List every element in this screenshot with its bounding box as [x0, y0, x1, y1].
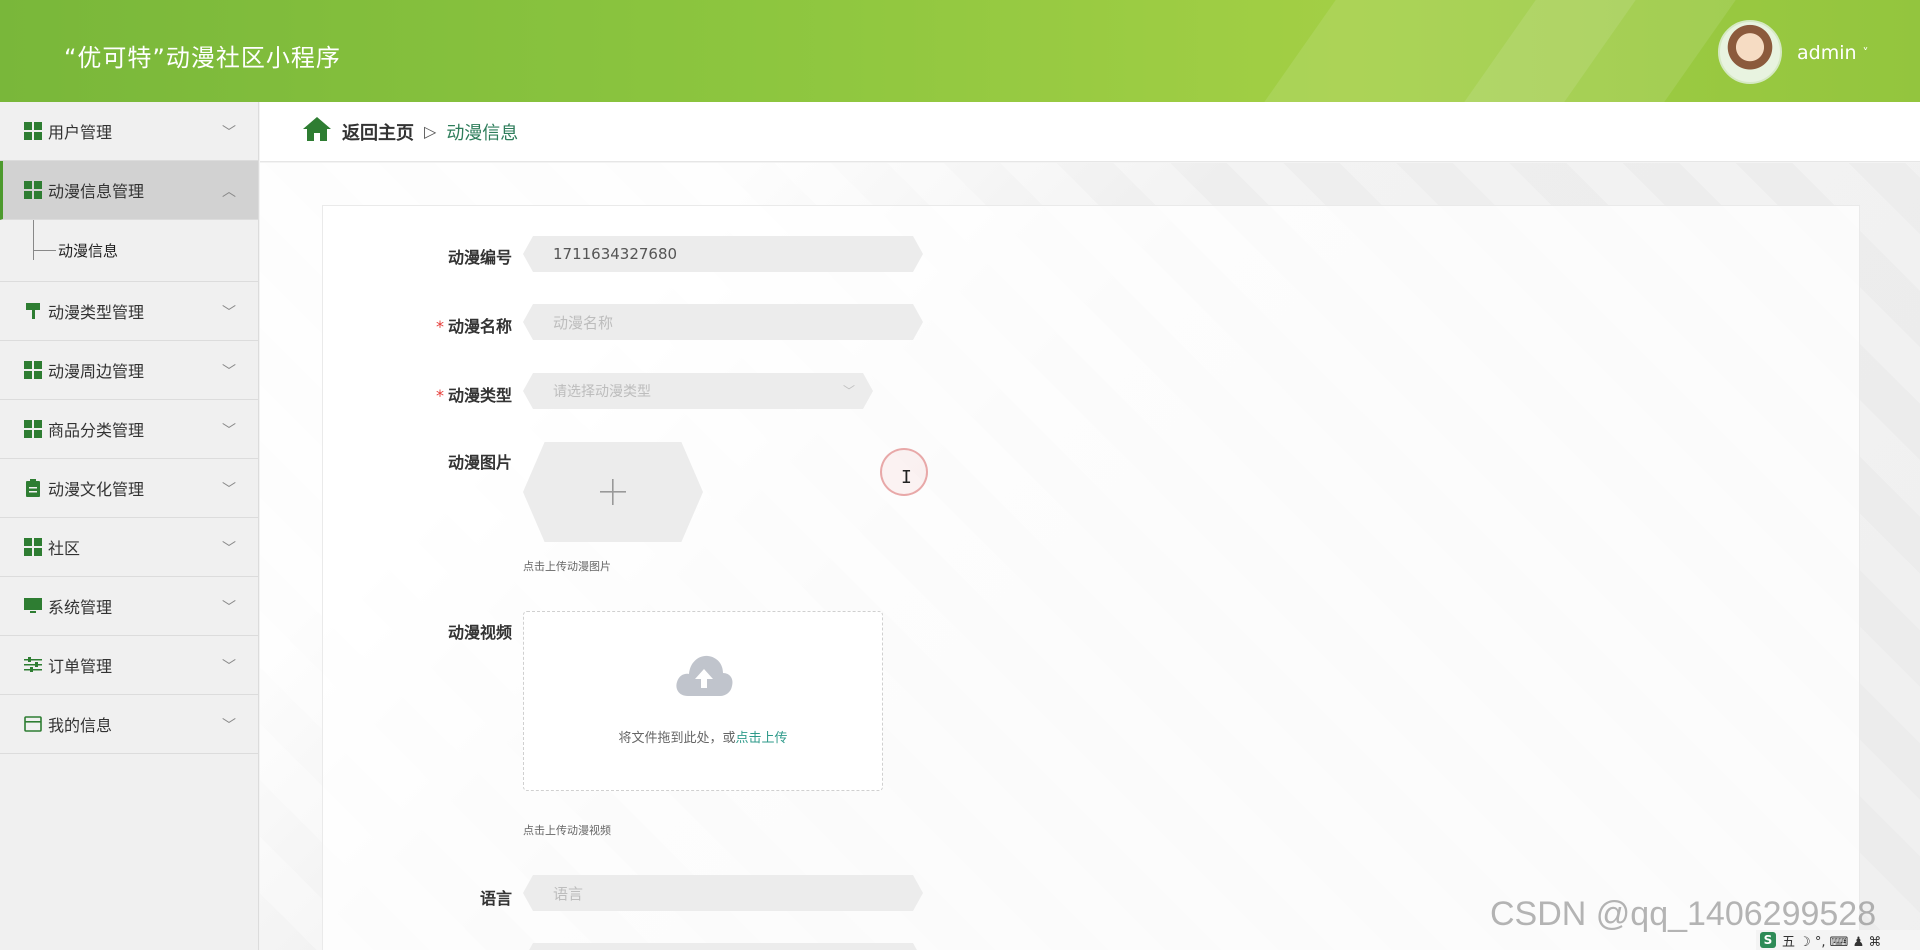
tree-branch	[34, 250, 56, 251]
grid-icon	[24, 420, 42, 438]
sidebar-item-my-info[interactable]: 我的信息 ﹀	[0, 695, 258, 754]
breadcrumb: 返回主页 ▷ 动漫信息	[260, 102, 1920, 162]
dropzone-text: 将文件拖到此处，或点击上传	[618, 731, 788, 746]
form-label-name: * 动漫名称	[435, 317, 512, 336]
ime-tray-icons: 五 ☽ °, ⌨ ♟ ⌘	[1782, 934, 1882, 950]
anime-id-field[interactable]: 1711634327680	[523, 236, 923, 272]
chevron-down-icon: ﹀	[222, 659, 236, 675]
form-label-id: 动漫编号	[447, 248, 512, 267]
sidebar: 用户管理 ﹀ 动漫信息管理 ︿ 动漫信息 动漫类型管理 ﹀ 动漫周边管理 ﹀ 商…	[0, 102, 259, 950]
chevron-down-icon: ﹀	[222, 600, 236, 616]
sidebar-item-system-management[interactable]: 系统管理 ﹀	[0, 577, 258, 636]
form-label-type: * 动漫类型	[435, 386, 512, 405]
text-cursor-icon: I	[901, 467, 912, 488]
username: admin	[1797, 42, 1857, 64]
tree-line	[33, 220, 34, 260]
breadcrumb-home-link[interactable]: 返回主页	[342, 119, 414, 145]
video-upload-hint: 点击上传动漫视频	[523, 824, 611, 837]
watermark: CSDN @qq_1406299528	[1490, 895, 1877, 933]
chevron-up-icon: ︿	[222, 184, 236, 200]
anime-name-input[interactable]: 动漫名称	[523, 304, 923, 340]
breadcrumb-separator: ▷	[424, 122, 437, 141]
grid-icon	[24, 361, 42, 379]
form-card: 动漫编号 1711634327680 * 动漫名称 动漫名称 * 动漫类型 请选择动…	[322, 205, 1860, 950]
sidebar-item-community[interactable]: 社区 ﹀	[0, 518, 258, 577]
image-upload-hint: 点击上传动漫图片	[523, 560, 611, 573]
app-title: “优可特”动漫社区小程序	[64, 44, 341, 72]
top-header: “优可特”动漫社区小程序 admin ˅	[0, 0, 1920, 102]
sidebar-item-product-category-management[interactable]: 商品分类管理 ﹀	[0, 400, 258, 459]
sidebar-item-label: 用户管理	[48, 123, 113, 142]
user-menu[interactable]: admin ˅	[1797, 42, 1869, 64]
required-mark: *	[435, 317, 444, 336]
chevron-down-icon: ﹀	[842, 384, 855, 398]
form-label-video: 动漫视频	[447, 623, 512, 642]
grid-icon	[24, 538, 42, 556]
image-upload-button[interactable]	[523, 442, 703, 542]
sidebar-item-label: 商品分类管理	[48, 421, 145, 440]
sidebar-item-label: 社区	[48, 539, 81, 558]
clipboard-icon	[24, 479, 42, 497]
chevron-down-icon: ﹀	[222, 718, 236, 734]
plus-icon	[600, 479, 626, 505]
sidebar-item-anime-culture-management[interactable]: 动漫文化管理 ﹀	[0, 459, 258, 518]
sidebar-item-order-management[interactable]: 订单管理 ﹀	[0, 636, 258, 695]
chevron-down-icon: ﹀	[222, 364, 236, 380]
grid-icon	[24, 122, 42, 140]
anime-type-select[interactable]: 请选择动漫类型 ﹀	[523, 373, 873, 409]
sidebar-item-label: 动漫类型管理	[48, 303, 145, 322]
chevron-down-icon: ﹀	[222, 125, 236, 141]
monitor-icon	[24, 597, 42, 615]
sidebar-item-anime-merch-management[interactable]: 动漫周边管理 ﹀	[0, 341, 258, 400]
sidebar-item-label: 系统管理	[48, 598, 113, 617]
breadcrumb-current: 动漫信息	[446, 122, 519, 144]
main-content: 动漫编号 1711634327680 * 动漫名称 动漫名称 * 动漫类型 请选择动…	[260, 163, 1920, 950]
card-icon	[24, 715, 42, 733]
home-icon[interactable]	[302, 116, 332, 147]
language-input[interactable]: 语言	[523, 875, 923, 911]
sidebar-item-label: 动漫周边管理	[48, 362, 145, 381]
sidebar-item-label: 动漫文化管理	[48, 480, 145, 499]
click-upload-link[interactable]: 点击上传	[736, 731, 788, 746]
video-upload-dropzone[interactable]: 将文件拖到此处，或点击上传	[523, 611, 883, 791]
form-label-language: 语言	[479, 889, 512, 908]
cloud-upload-icon	[674, 652, 734, 702]
sidebar-item-label: 动漫信息管理	[48, 182, 145, 201]
chevron-down-icon: ﹀	[222, 482, 236, 498]
chevron-down-icon: ˅	[1862, 46, 1869, 60]
chevron-down-icon: ﹀	[222, 541, 236, 557]
sidebar-item-user-management[interactable]: 用户管理 ﹀	[0, 102, 258, 161]
grid-icon	[24, 181, 42, 199]
sidebar-item-anime-info-management[interactable]: 动漫信息管理 ︿	[0, 161, 258, 220]
ime-toolbar[interactable]: S 五 ☽ °, ⌨ ♟ ⌘	[1756, 930, 1920, 950]
chevron-down-icon: ﹀	[222, 305, 236, 321]
chevron-down-icon: ﹀	[222, 423, 236, 439]
sidebar-item-label: 订单管理	[48, 657, 113, 676]
sidebar-item-anime-type-management[interactable]: 动漫类型管理 ﹀	[0, 282, 258, 341]
avatar[interactable]	[1718, 20, 1782, 84]
form-label-image: 动漫图片	[447, 453, 512, 472]
sidebar-item-label: 我的信息	[48, 716, 113, 735]
sliders-icon	[24, 656, 42, 674]
sidebar-subitem-anime-info[interactable]: 动漫信息	[0, 220, 258, 282]
select-placeholder: 请选择动漫类型	[553, 384, 651, 400]
paint-roller-icon	[24, 302, 42, 320]
ime-logo-icon: S	[1760, 932, 1776, 948]
required-mark: *	[435, 386, 444, 405]
sidebar-subitem-label: 动漫信息	[58, 242, 119, 260]
next-field-input[interactable]	[523, 943, 923, 950]
